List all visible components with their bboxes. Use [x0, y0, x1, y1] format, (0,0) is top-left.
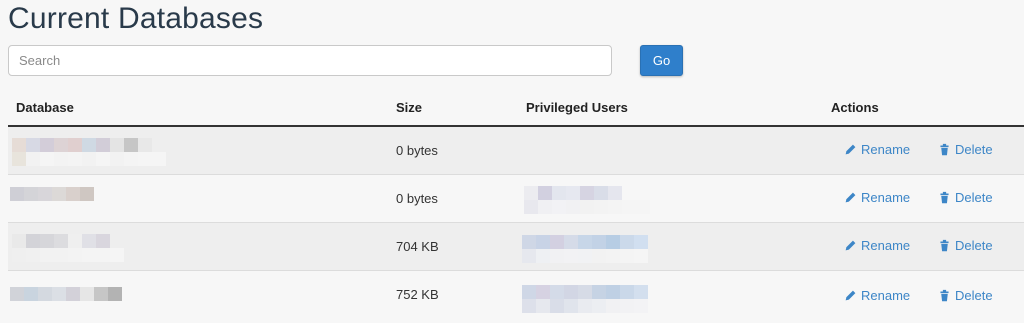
- pencil-icon: [845, 144, 856, 155]
- delete-link[interactable]: Delete: [938, 238, 993, 253]
- rename-label: Rename: [861, 288, 911, 303]
- database-name-redacted: [10, 187, 94, 201]
- rename-label: Rename: [861, 142, 911, 157]
- database-size: 752 KB: [396, 287, 439, 302]
- pencil-icon: [845, 290, 856, 301]
- trash-icon: [940, 289, 949, 302]
- rename-link[interactable]: Rename: [844, 190, 910, 205]
- pencil-icon: [845, 240, 856, 251]
- rename-link[interactable]: Rename: [844, 288, 910, 303]
- rename-label: Rename: [861, 190, 911, 205]
- delete-link[interactable]: Delete: [938, 190, 993, 205]
- rename-link[interactable]: Rename: [844, 142, 910, 157]
- header-actions: Actions: [831, 100, 879, 115]
- go-button[interactable]: Go: [640, 45, 683, 76]
- privileged-users-redacted: [522, 235, 648, 249]
- rename-link[interactable]: Rename: [844, 238, 910, 253]
- delete-label: Delete: [955, 288, 993, 303]
- database-size: 0 bytes: [396, 143, 438, 158]
- table-row: 0 bytes Rename Delete: [8, 127, 1024, 175]
- delete-label: Delete: [955, 142, 993, 157]
- table-row: 752 KB Rename Delete: [8, 271, 1024, 323]
- trash-icon: [940, 143, 949, 156]
- delete-label: Delete: [955, 238, 993, 253]
- database-name-redacted: [12, 138, 152, 152]
- delete-link[interactable]: Delete: [938, 288, 993, 303]
- database-name-redacted: [12, 234, 110, 248]
- header-database: Database: [16, 100, 74, 115]
- page-title: Current Databases: [8, 2, 264, 35]
- search-input[interactable]: [8, 45, 612, 76]
- table-row: 704 KB Rename Delete: [8, 223, 1024, 271]
- delete-link[interactable]: Delete: [938, 142, 993, 157]
- trash-icon: [940, 239, 949, 252]
- table-row: 0 bytes Rename Delete: [8, 175, 1024, 223]
- table-header: Database Size Privileged Users Actions: [8, 92, 1024, 127]
- privileged-users-redacted: [522, 285, 648, 299]
- database-size: 704 KB: [396, 239, 439, 254]
- rename-label: Rename: [861, 238, 911, 253]
- pencil-icon: [845, 192, 856, 203]
- database-name-redacted: [10, 287, 122, 301]
- privileged-users-redacted: [524, 186, 622, 200]
- database-size: 0 bytes: [396, 191, 438, 206]
- header-privileged-users: Privileged Users: [526, 100, 628, 115]
- delete-label: Delete: [955, 190, 993, 205]
- trash-icon: [940, 191, 949, 204]
- header-size: Size: [396, 100, 423, 115]
